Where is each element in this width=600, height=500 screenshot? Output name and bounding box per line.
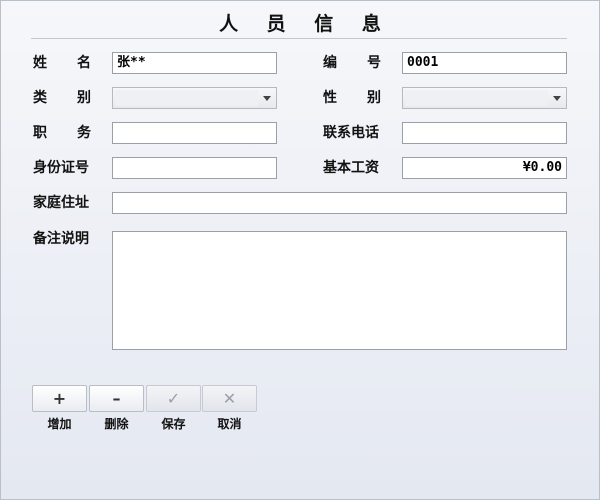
cancel-button-label: 取消 — [217, 417, 242, 431]
cancel-button[interactable]: ✕ — [202, 385, 257, 412]
phone-label: 联系电话 — [323, 125, 379, 141]
delete-button[interactable]: – — [89, 385, 144, 412]
gender-select[interactable] — [402, 87, 567, 109]
save-button[interactable]: ✓ — [146, 385, 201, 412]
category-select[interactable] — [112, 87, 277, 109]
x-icon: ✕ — [222, 389, 237, 408]
category-label-char-1: 类 — [33, 90, 47, 106]
base-salary-input[interactable]: ¥0.00 — [402, 157, 567, 179]
name-label: 姓 名 — [33, 52, 91, 74]
address-input[interactable] — [112, 192, 567, 214]
add-button-label: 增加 — [47, 417, 72, 431]
page-title: 人 员 信 息 — [219, 13, 392, 35]
chevron-down-icon[interactable] — [263, 96, 271, 101]
name-label-char-2: 名 — [77, 55, 91, 71]
title-divider — [31, 38, 567, 39]
position-label-char-1: 职 — [33, 125, 47, 141]
notes-label: 备注说明 — [33, 231, 89, 247]
id-number-label: 身份证号 — [33, 160, 89, 176]
delete-button-label: 删除 — [104, 417, 129, 431]
add-button[interactable]: + — [32, 385, 87, 412]
number-label: 编 号 — [323, 52, 381, 74]
position-label-char-2: 务 — [77, 125, 91, 141]
notes-textarea[interactable] — [112, 231, 567, 350]
name-label-char-1: 姓 — [33, 55, 47, 71]
position-input[interactable] — [112, 122, 277, 144]
minus-icon: – — [112, 389, 121, 408]
number-input[interactable]: 0001 — [402, 52, 567, 74]
id-number-input[interactable] — [112, 157, 277, 179]
position-label: 职 务 — [33, 122, 91, 144]
base-salary-label: 基本工资 — [323, 160, 379, 176]
gender-select-value — [405, 90, 548, 106]
gender-label-char-1: 性 — [323, 90, 337, 106]
category-label: 类 别 — [33, 87, 91, 109]
check-icon: ✓ — [166, 389, 181, 408]
gender-label: 性 别 — [323, 87, 381, 109]
chevron-down-icon[interactable] — [553, 96, 561, 101]
plus-icon: + — [52, 389, 67, 408]
category-select-value — [115, 90, 258, 106]
category-label-char-2: 别 — [77, 90, 91, 106]
phone-input[interactable] — [402, 122, 567, 144]
address-label: 家庭住址 — [33, 195, 89, 211]
number-label-char-2: 号 — [367, 55, 381, 71]
gender-label-char-2: 别 — [367, 90, 381, 106]
number-label-char-1: 编 — [323, 55, 337, 71]
save-button-label: 保存 — [161, 417, 186, 431]
name-input[interactable]: 张** — [112, 52, 277, 74]
